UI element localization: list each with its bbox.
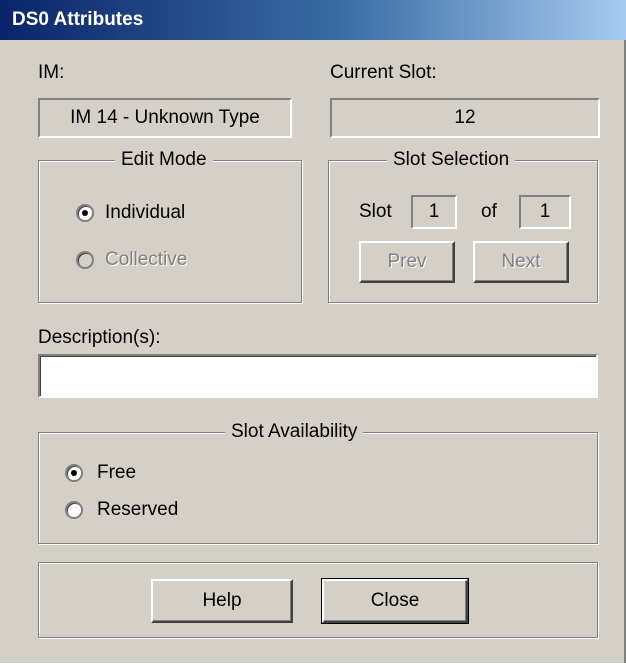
slot-selection-legend: Slot Selection (387, 149, 516, 171)
description-input[interactable] (38, 354, 598, 398)
current-slot-label: Current Slot: (330, 62, 437, 83)
next-button: Next (473, 241, 569, 283)
im-value: IM 14 - Unknown Type (70, 107, 260, 128)
slot-selection-group: Slot Selection Slot 1 of 1 Prev Next (328, 149, 598, 303)
free-radio-button[interactable] (65, 464, 83, 482)
slot-number-field: 1 (411, 195, 457, 229)
individual-radio-button[interactable] (76, 204, 94, 222)
slot-total-value: 1 (539, 201, 551, 222)
reserved-radio-label[interactable]: Reserved (97, 499, 178, 521)
edit-mode-group: Edit Mode Individual Collective (38, 149, 302, 303)
individual-radio-label[interactable]: Individual (105, 202, 185, 224)
prev-button-label: Prev (387, 251, 427, 272)
help-button[interactable]: Help (151, 579, 293, 623)
radio-selected-dot (71, 470, 77, 476)
free-radio-label[interactable]: Free (97, 462, 136, 484)
slot-availability-group: Slot Availability Free Reserved (38, 421, 598, 544)
window-title: DS0 Attributes (12, 9, 144, 30)
radio-selected-dot (82, 210, 88, 216)
collective-radio-label: Collective (105, 249, 188, 270)
slot-total-field: 1 (519, 195, 571, 229)
collective-radio-button (76, 251, 94, 269)
im-label: IM: (38, 62, 65, 83)
edit-mode-legend: Edit Mode (115, 149, 213, 171)
slot-number-value: 1 (428, 201, 440, 222)
of-label: of (481, 201, 497, 222)
help-button-label: Help (202, 590, 242, 611)
button-panel: Help Close (38, 562, 598, 638)
close-button[interactable]: Close (321, 578, 469, 624)
im-value-field: IM 14 - Unknown Type (38, 98, 292, 138)
current-slot-value: 12 (454, 107, 476, 128)
close-button-label: Close (370, 590, 420, 611)
reserved-radio-button[interactable] (65, 501, 83, 519)
description-label: Description(s): (38, 327, 161, 348)
title-bar[interactable]: DS0 Attributes (0, 0, 626, 40)
slot-availability-legend: Slot Availability (225, 421, 364, 443)
current-slot-field: 12 (330, 98, 600, 138)
slot-label: Slot (359, 201, 392, 222)
dialog-window: DS0 Attributes IM: IM 14 - Unknown Type … (0, 0, 626, 663)
prev-button: Prev (359, 241, 455, 283)
next-button-label: Next (501, 251, 541, 272)
